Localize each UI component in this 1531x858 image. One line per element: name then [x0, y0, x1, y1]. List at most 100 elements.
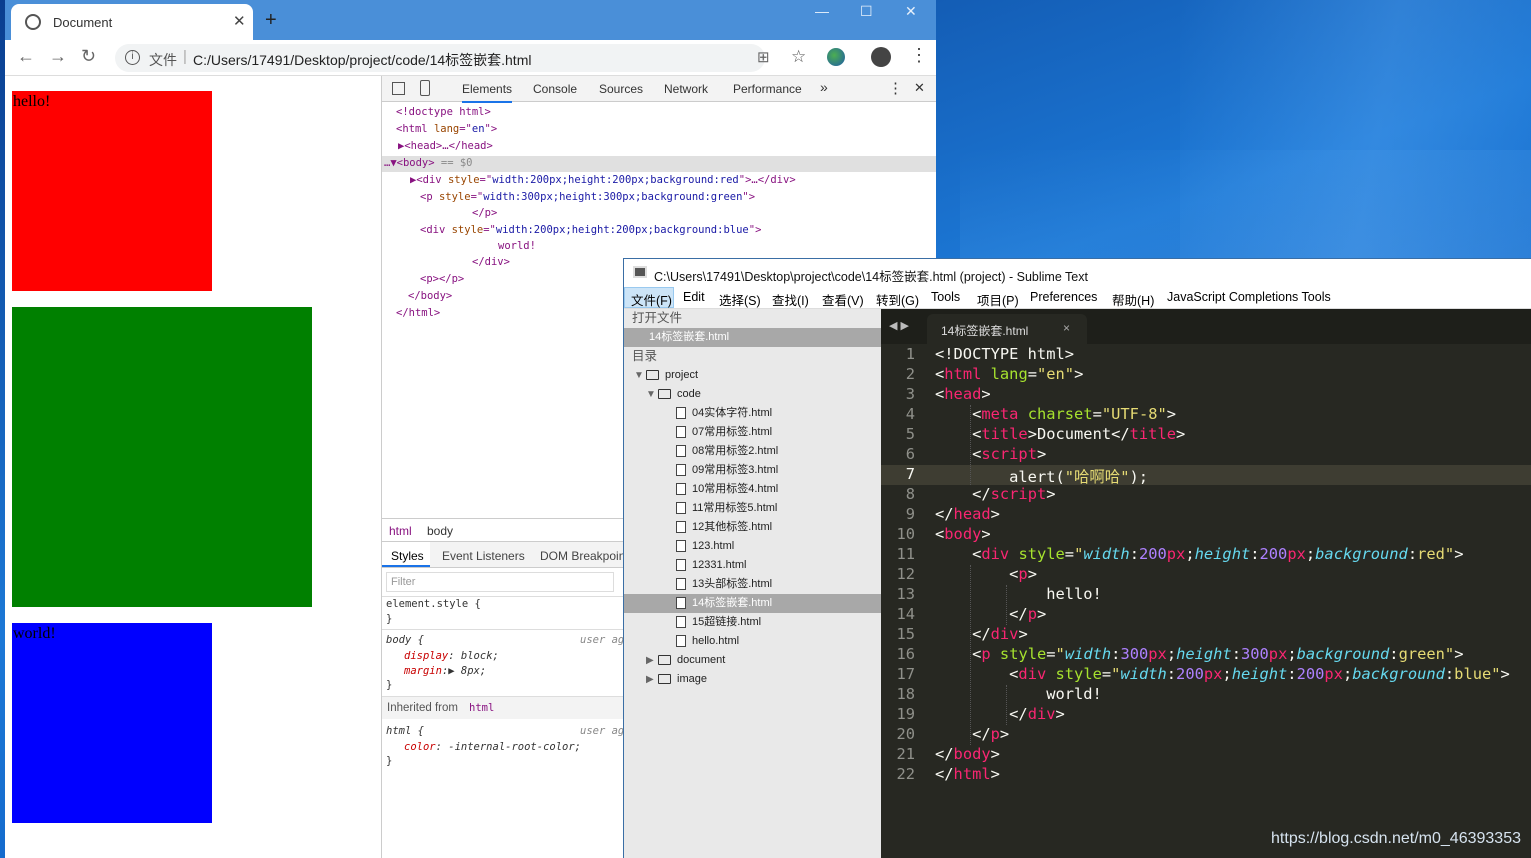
tab-performance[interactable]: Performance — [733, 82, 802, 96]
menu-project[interactable]: 项目(P) — [977, 290, 1019, 309]
device-toolbar-icon[interactable] — [420, 80, 430, 96]
maximize-button[interactable]: ☐ — [860, 3, 873, 20]
dom-div-red[interactable]: ▶<div style="width:200px;height:200px;ba… — [410, 174, 796, 186]
tab-dom-breakpoints[interactable]: DOM Breakpoin — [540, 549, 625, 563]
tab-title: Document — [53, 15, 113, 30]
dom-div-blue[interactable]: <div style="width:200px;height:200px;bac… — [420, 224, 761, 236]
sublime-window: C:\Users\17491\Desktop\project\code\14标签… — [623, 258, 1531, 858]
tab-styles[interactable]: Styles — [391, 549, 424, 563]
file-item[interactable]: 12331.html — [624, 556, 881, 575]
tab-console[interactable]: Console — [533, 82, 577, 96]
menu-selection[interactable]: 选择(S) — [719, 290, 761, 309]
breadcrumb-body[interactable]: body — [427, 524, 453, 538]
user-agent-label: user ag — [580, 725, 625, 737]
file-item[interactable]: 07常用标签.html — [624, 423, 881, 442]
folder-code[interactable]: ▼ code — [624, 385, 881, 404]
dom-doctype[interactable]: <!doctype html> — [396, 106, 491, 118]
dom-div-close[interactable]: </div> — [472, 256, 510, 268]
file-item[interactable]: 04实体字符.html — [624, 404, 881, 423]
tab-network[interactable]: Network — [664, 82, 708, 96]
profile-avatar-icon[interactable] — [871, 47, 891, 67]
new-tab-button[interactable]: + — [265, 9, 277, 32]
menu-preferences[interactable]: Preferences — [1030, 290, 1097, 304]
file-item-active[interactable]: 14标签嵌套.html — [624, 594, 881, 613]
body-rule-selector[interactable]: body { — [386, 634, 424, 646]
devtools-toolbar: Elements Console Sources Network Perform… — [382, 76, 936, 103]
code-editor[interactable]: ◀ ▶ 14标签嵌套.html × <!DOCTYPE html> <html … — [881, 309, 1531, 858]
box-text: world! — [13, 625, 56, 642]
collapsed-arrow-icon: ▶ — [646, 655, 654, 666]
dom-head[interactable]: ▶<head>…</head> — [398, 140, 493, 152]
menu-file[interactable]: 文件(F) — [631, 290, 672, 309]
file-item[interactable]: 08常用标签2.html — [624, 442, 881, 461]
back-icon[interactable]: ← — [17, 46, 35, 67]
menu-js-completions[interactable]: JavaScript Completions Tools — [1167, 290, 1331, 304]
html-rule-selector[interactable]: html { — [386, 725, 424, 737]
folders-header: 目录 — [632, 349, 658, 363]
info-icon[interactable]: i — [125, 50, 140, 65]
window-close-button[interactable]: ✕ — [905, 3, 917, 20]
styles-filter-input[interactable]: Filter — [386, 572, 614, 592]
dom-body[interactable]: …▼<body> == $0 — [384, 157, 473, 169]
chrome-menu-icon[interactable]: ⋮ — [910, 46, 928, 64]
omnibox[interactable]: i 文件 | C:/Users/17491/Desktop/project/co… — [115, 44, 806, 72]
file-icon — [676, 426, 686, 439]
file-item[interactable]: 10常用标签4.html — [624, 480, 881, 499]
line-number: 11 — [896, 545, 915, 563]
dom-p-empty[interactable]: <p></p> — [420, 273, 464, 285]
folder-project[interactable]: ▼ project — [624, 366, 881, 385]
menu-edit[interactable]: Edit — [683, 290, 705, 304]
element-style-rule[interactable]: element.style { — [386, 598, 481, 610]
folder-document[interactable]: ▶ document — [624, 651, 881, 670]
menu-tools[interactable]: Tools — [931, 290, 960, 304]
devtools-close-icon[interactable]: ✕ — [914, 80, 925, 96]
folder-image[interactable]: ▶ image — [624, 670, 881, 689]
dom-html[interactable]: <html lang="en"> — [396, 123, 497, 135]
close-tab-icon[interactable]: × — [1063, 321, 1070, 335]
file-item[interactable]: 13头部标签.html — [624, 575, 881, 594]
open-file-item[interactable]: 14标签嵌套.html — [624, 328, 881, 347]
open-files-header: 打开文件 — [632, 311, 683, 325]
devtools-menu-icon[interactable]: ⋮ — [888, 79, 903, 97]
bookmark-star-icon[interactable]: ☆ — [791, 47, 806, 67]
menu-goto[interactable]: 转到(G) — [876, 290, 919, 309]
menu-help[interactable]: 帮助(H) — [1112, 290, 1154, 309]
extension-icon[interactable] — [827, 48, 845, 66]
translate-icon[interactable]: ⊞ — [757, 48, 770, 66]
dom-p-green[interactable]: <p style="width:300px;height:300px;backg… — [420, 191, 755, 203]
tab-strip: Document ✕ + — ☐ ✕ — [5, 0, 936, 40]
breadcrumb-html[interactable]: html — [389, 524, 412, 538]
dom-text-world[interactable]: world! — [498, 240, 536, 252]
minimize-button[interactable]: — — [815, 3, 829, 19]
tab-sources[interactable]: Sources — [599, 82, 643, 96]
url-text[interactable]: C:/Users/17491/Desktop/project/code/14标签… — [193, 50, 531, 70]
close-tab-icon[interactable]: ✕ — [233, 12, 246, 30]
file-item[interactable]: 11常用标签5.html — [624, 499, 881, 518]
display-property[interactable]: display: block; — [404, 650, 499, 662]
code-line: </p> — [972, 725, 1010, 743]
file-item[interactable]: hello.html — [624, 632, 881, 651]
menu-view[interactable]: 查看(V) — [822, 290, 864, 309]
inspect-element-icon[interactable] — [392, 82, 405, 95]
dom-p-close[interactable]: </p> — [472, 207, 497, 219]
line-number: 21 — [896, 745, 915, 763]
browser-tab[interactable]: Document ✕ — [11, 4, 253, 40]
tab-event-listeners[interactable]: Event Listeners — [442, 549, 525, 563]
menu-find[interactable]: 查找(I) — [772, 290, 809, 309]
margin-property[interactable]: margin:▶ 8px; — [404, 665, 486, 677]
dom-html-close[interactable]: </html> — [396, 307, 440, 319]
file-item[interactable]: 09常用标签3.html — [624, 461, 881, 480]
code-line: </head> — [935, 505, 1000, 523]
more-tabs-icon[interactable]: » — [820, 79, 828, 95]
tab-scroll-arrows-icon[interactable]: ◀ ▶ — [889, 319, 909, 332]
tab-elements[interactable]: Elements — [462, 82, 513, 103]
file-item[interactable]: 123.html — [624, 537, 881, 556]
reload-icon[interactable]: ↻ — [81, 46, 96, 67]
editor-tab[interactable]: 14标签嵌套.html × — [927, 314, 1087, 344]
dom-body-close[interactable]: </body> — [408, 290, 452, 302]
forward-icon[interactable]: → — [49, 46, 67, 67]
line-number: 17 — [896, 665, 915, 683]
file-item[interactable]: 12其他标签.html — [624, 518, 881, 537]
color-property[interactable]: color: -internal-root-color; — [404, 741, 581, 753]
file-item[interactable]: 15超链接.html — [624, 613, 881, 632]
